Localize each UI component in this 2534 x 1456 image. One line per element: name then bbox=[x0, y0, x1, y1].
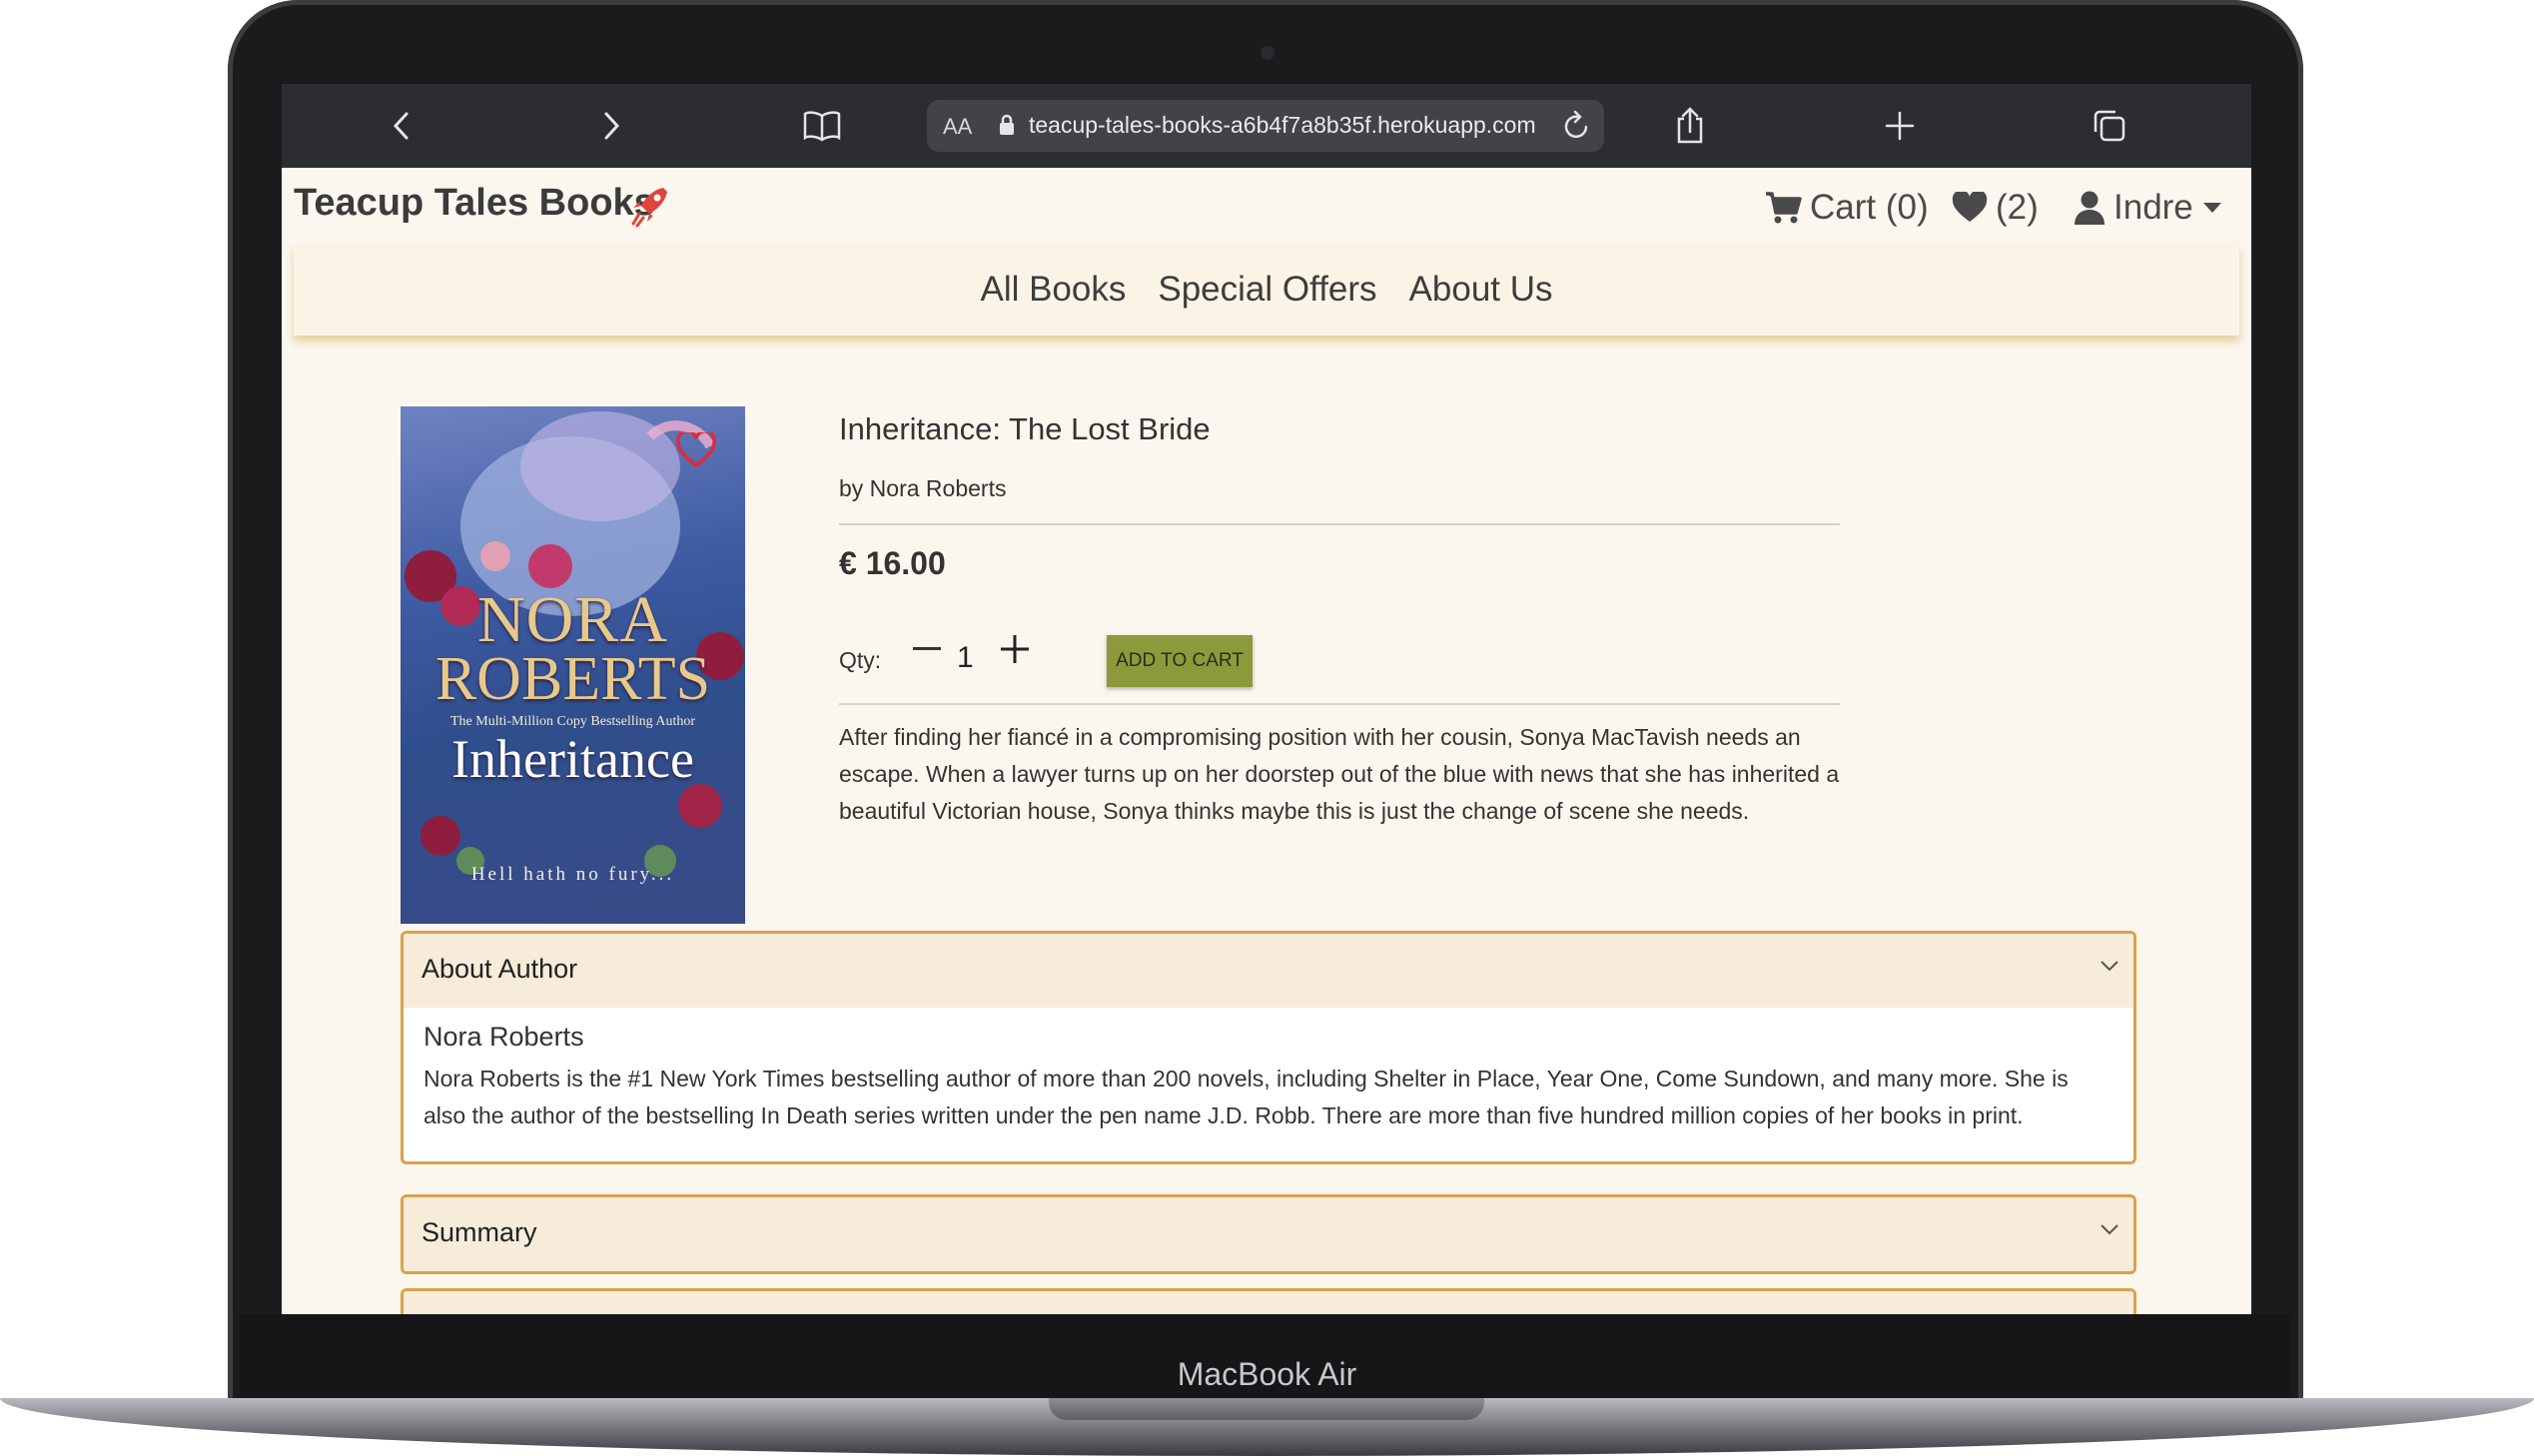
accordion-about-author: About Author Nora Roberts Nora Roberts i… bbox=[401, 931, 2136, 1164]
author-bio: Nora Roberts is the #1 New York Times be… bbox=[423, 1066, 2069, 1128]
nav-all-books[interactable]: All Books bbox=[980, 270, 1126, 310]
user-name: Indre bbox=[2113, 188, 2193, 227]
site-logo[interactable]: Teacup Tales Books bbox=[294, 182, 655, 225]
minus-icon bbox=[913, 647, 941, 650]
forward-icon[interactable] bbox=[585, 100, 637, 152]
site-header: Teacup Tales Books Cart (0) (2) Indre bbox=[282, 168, 2251, 248]
nav-about-us[interactable]: About Us bbox=[1409, 270, 1553, 310]
bookmarks-icon[interactable] bbox=[796, 100, 848, 152]
product-title: Inheritance: The Lost Bride bbox=[839, 411, 1211, 446]
accordion-title: Summary bbox=[422, 1217, 537, 1247]
book-cover-image: NORA ROBERTS The Multi-Million Copy Best… bbox=[401, 406, 745, 924]
user-icon bbox=[2075, 191, 2105, 225]
author-name: Nora Roberts bbox=[423, 1022, 584, 1052]
heart-icon bbox=[1952, 192, 1988, 222]
url-text: teacup-tales-books-a6b4f7a8b35f.herokuap… bbox=[1029, 112, 1536, 138]
screen: AA teacup-tales-books-a6b4f7a8b35f.herok… bbox=[282, 84, 2251, 1314]
divider bbox=[839, 703, 1840, 705]
qty-increase-button[interactable] bbox=[993, 627, 1037, 671]
qty-decrease-button[interactable] bbox=[907, 627, 947, 671]
nav-special-offers[interactable]: Special Offers bbox=[1158, 270, 1376, 310]
back-icon[interactable] bbox=[376, 100, 427, 152]
cart-link[interactable]: Cart (0) bbox=[1764, 188, 1929, 228]
chevron-down-icon bbox=[2101, 1224, 2118, 1235]
accordion-title: About Author bbox=[422, 954, 578, 984]
wishlist-link[interactable]: (2) bbox=[1952, 188, 2039, 228]
caret-down-icon bbox=[2202, 203, 2221, 213]
accordion-next-partial[interactable] bbox=[401, 1288, 2136, 1314]
accordion-header-about-author[interactable]: About Author bbox=[404, 934, 2133, 1008]
wishlist-heart-icon[interactable] bbox=[676, 432, 716, 468]
product-author[interactable]: by Nora Roberts bbox=[839, 475, 1006, 502]
reload-icon[interactable] bbox=[1562, 110, 1592, 147]
new-tab-icon[interactable] bbox=[1874, 100, 1926, 152]
accordion-header-summary[interactable]: Summary bbox=[404, 1197, 2133, 1271]
main-nav: All Books Special Offers About Us bbox=[294, 244, 2239, 336]
reader-aa-button[interactable]: AA bbox=[943, 114, 972, 140]
qty-input[interactable]: 1 bbox=[957, 641, 974, 675]
cart-icon bbox=[1766, 192, 1802, 224]
chevron-up-icon bbox=[2101, 961, 2118, 972]
accordion-summary: Summary bbox=[401, 1194, 2136, 1274]
cart-label: Cart (0) bbox=[1810, 188, 1929, 227]
logo-rocket-icon bbox=[629, 184, 673, 233]
plus-icon bbox=[1001, 635, 1029, 663]
user-menu[interactable]: Indre bbox=[2074, 188, 2223, 228]
share-icon[interactable] bbox=[1664, 100, 1716, 152]
cover-footer: Hell hath no fury... bbox=[470, 864, 675, 885]
qty-label: Qty: bbox=[839, 647, 882, 673]
laptop-notch bbox=[1049, 1398, 1484, 1420]
camera bbox=[1261, 46, 1274, 60]
add-to-cart-button[interactable]: ADD TO CART bbox=[1107, 635, 1253, 687]
accordion-header-partial[interactable] bbox=[404, 1291, 2133, 1314]
accordion-body-about-author: Nora Roberts Nora Roberts is the #1 New … bbox=[404, 1008, 2133, 1134]
cover-title: Inheritance bbox=[451, 729, 694, 789]
tabs-icon[interactable] bbox=[2084, 100, 2135, 152]
wishlist-count: (2) bbox=[1996, 188, 2039, 227]
laptop-label: MacBook Air bbox=[1177, 1356, 1357, 1392]
divider bbox=[839, 523, 1840, 525]
product-description: After finding her fiancé in a compromisi… bbox=[839, 724, 1840, 824]
browser-toolbar: AA teacup-tales-books-a6b4f7a8b35f.herok… bbox=[282, 84, 2251, 168]
product-price: € 16.00 bbox=[839, 545, 946, 581]
cover-author-last: ROBERTS bbox=[434, 645, 711, 713]
lock-icon bbox=[999, 114, 1015, 141]
address-bar[interactable]: AA teacup-tales-books-a6b4f7a8b35f.herok… bbox=[927, 100, 1604, 152]
